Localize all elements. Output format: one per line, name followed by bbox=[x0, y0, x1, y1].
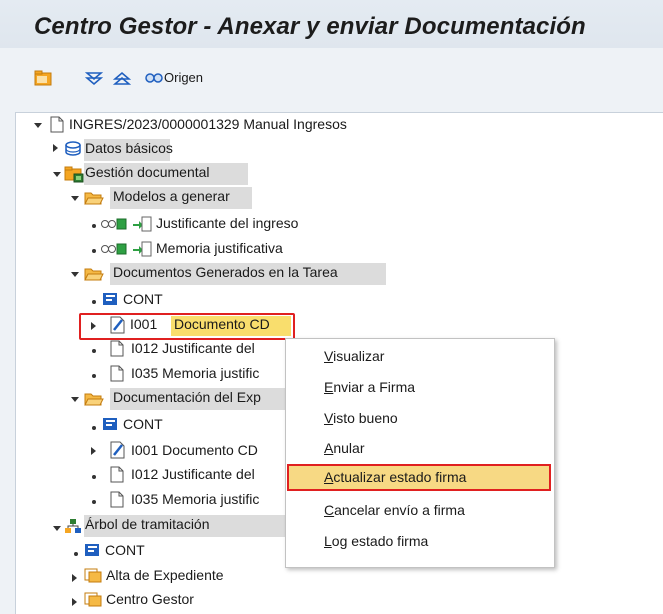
expand-all-icon bbox=[85, 72, 103, 86]
cont-icon bbox=[103, 418, 117, 430]
tree-item-arbol-cont[interactable]: CONT bbox=[105, 542, 145, 558]
collapse-toggle[interactable] bbox=[71, 272, 79, 277]
status-lights-icon bbox=[101, 218, 127, 230]
add-document-icon bbox=[133, 241, 152, 257]
tree-item-exp-i035[interactable]: I035 Memoria justific bbox=[131, 491, 259, 507]
status-lights-icon bbox=[101, 243, 127, 255]
document-icon bbox=[110, 466, 124, 483]
collapse-toggle[interactable] bbox=[53, 526, 61, 531]
folder-status-icon bbox=[64, 166, 84, 183]
expand-all-button[interactable] bbox=[84, 68, 104, 88]
tree-item-datos-basicos[interactable]: Datos básicos bbox=[85, 140, 173, 156]
tree-item-gestion-documental[interactable]: Gestión documental bbox=[85, 164, 210, 180]
cont-icon bbox=[85, 544, 99, 556]
tree-item-gen-i012[interactable]: I012 Justificante del bbox=[131, 340, 255, 356]
menu-item-enviar-firma[interactable]: Enviar a Firma bbox=[324, 379, 415, 395]
tree-item-exp-cont[interactable]: CONT bbox=[123, 416, 163, 432]
tree-item-docs-generados[interactable]: Documentos Generados en la Tarea bbox=[113, 264, 338, 280]
document-icon bbox=[50, 116, 64, 133]
tree-root-label[interactable]: INGRES/2023/0000001329 Manual Ingresos bbox=[69, 116, 347, 132]
title-bar: Centro Gestor - Anexar y enviar Document… bbox=[0, 0, 663, 48]
expand-toggle[interactable] bbox=[91, 447, 96, 455]
collapse-toggle[interactable] bbox=[71, 196, 79, 201]
add-document-icon bbox=[133, 216, 152, 232]
new-folder-button[interactable] bbox=[33, 68, 53, 88]
collapse-all-button[interactable] bbox=[112, 68, 132, 88]
menu-item-anular[interactable]: Anular bbox=[324, 440, 364, 456]
origen-button[interactable] bbox=[145, 68, 163, 88]
expand-toggle[interactable] bbox=[72, 574, 77, 582]
tree-item-modelo-1[interactable]: Justificante del ingreso bbox=[156, 215, 298, 231]
window-title: Centro Gestor - Anexar y enviar Document… bbox=[34, 13, 586, 40]
task-icon bbox=[84, 592, 102, 607]
expand-toggle[interactable] bbox=[72, 598, 77, 606]
document-icon bbox=[110, 340, 124, 357]
context-menu: Visualizar Enviar a Firma Visto bueno An… bbox=[285, 338, 555, 568]
menu-item-actualizar-estado-firma[interactable]: Actualizar estado firma bbox=[324, 469, 466, 485]
cont-icon bbox=[103, 293, 117, 305]
menu-item-visualizar[interactable]: Visualizar bbox=[324, 348, 384, 364]
collapse-all-icon bbox=[113, 71, 131, 85]
tree-item-exp-i012[interactable]: I012 Justificante del bbox=[131, 466, 255, 482]
task-icon bbox=[84, 568, 102, 583]
document-icon bbox=[110, 491, 124, 508]
tree-item-gen-cont[interactable]: CONT bbox=[123, 291, 163, 307]
collapse-toggle[interactable] bbox=[71, 397, 79, 402]
menu-item-visto-bueno[interactable]: Visto bueno bbox=[324, 410, 398, 426]
collapse-toggle[interactable] bbox=[34, 123, 42, 128]
tree-item-arbol[interactable]: Árbol de tramitación bbox=[85, 516, 210, 532]
origen-label[interactable]: Origen bbox=[164, 70, 203, 85]
glasses-icon bbox=[145, 73, 163, 83]
collapse-toggle[interactable] bbox=[53, 172, 61, 177]
open-folder-icon bbox=[84, 393, 104, 406]
open-folder-icon bbox=[84, 268, 104, 281]
tree-item-modelo-2[interactable]: Memoria justificativa bbox=[156, 240, 283, 256]
tree-item-doc-expediente[interactable]: Documentación del Exp bbox=[113, 389, 261, 405]
expand-toggle[interactable] bbox=[53, 144, 58, 152]
tree-item-exp-i001[interactable]: I001 Documento CD bbox=[131, 442, 258, 458]
tree-item-centro[interactable]: Centro Gestor bbox=[106, 591, 194, 607]
new-folder-icon bbox=[34, 70, 52, 86]
document-icon bbox=[110, 365, 124, 382]
menu-item-cancelar-envio[interactable]: Cancelar envío a firma bbox=[324, 502, 465, 518]
tree-item-modelos[interactable]: Modelos a generar bbox=[113, 188, 230, 204]
selected-item-outline bbox=[79, 313, 295, 340]
hierarchy-icon bbox=[65, 519, 81, 533]
signed-document-icon bbox=[110, 441, 125, 459]
database-icon bbox=[65, 141, 81, 156]
menu-item-log-estado[interactable]: Log estado firma bbox=[324, 533, 428, 549]
tree-item-gen-i035[interactable]: I035 Memoria justific bbox=[131, 365, 259, 381]
tree-item-alta[interactable]: Alta de Expediente bbox=[106, 567, 224, 583]
open-folder-icon bbox=[84, 192, 104, 205]
toolbar: Origen bbox=[0, 48, 663, 104]
